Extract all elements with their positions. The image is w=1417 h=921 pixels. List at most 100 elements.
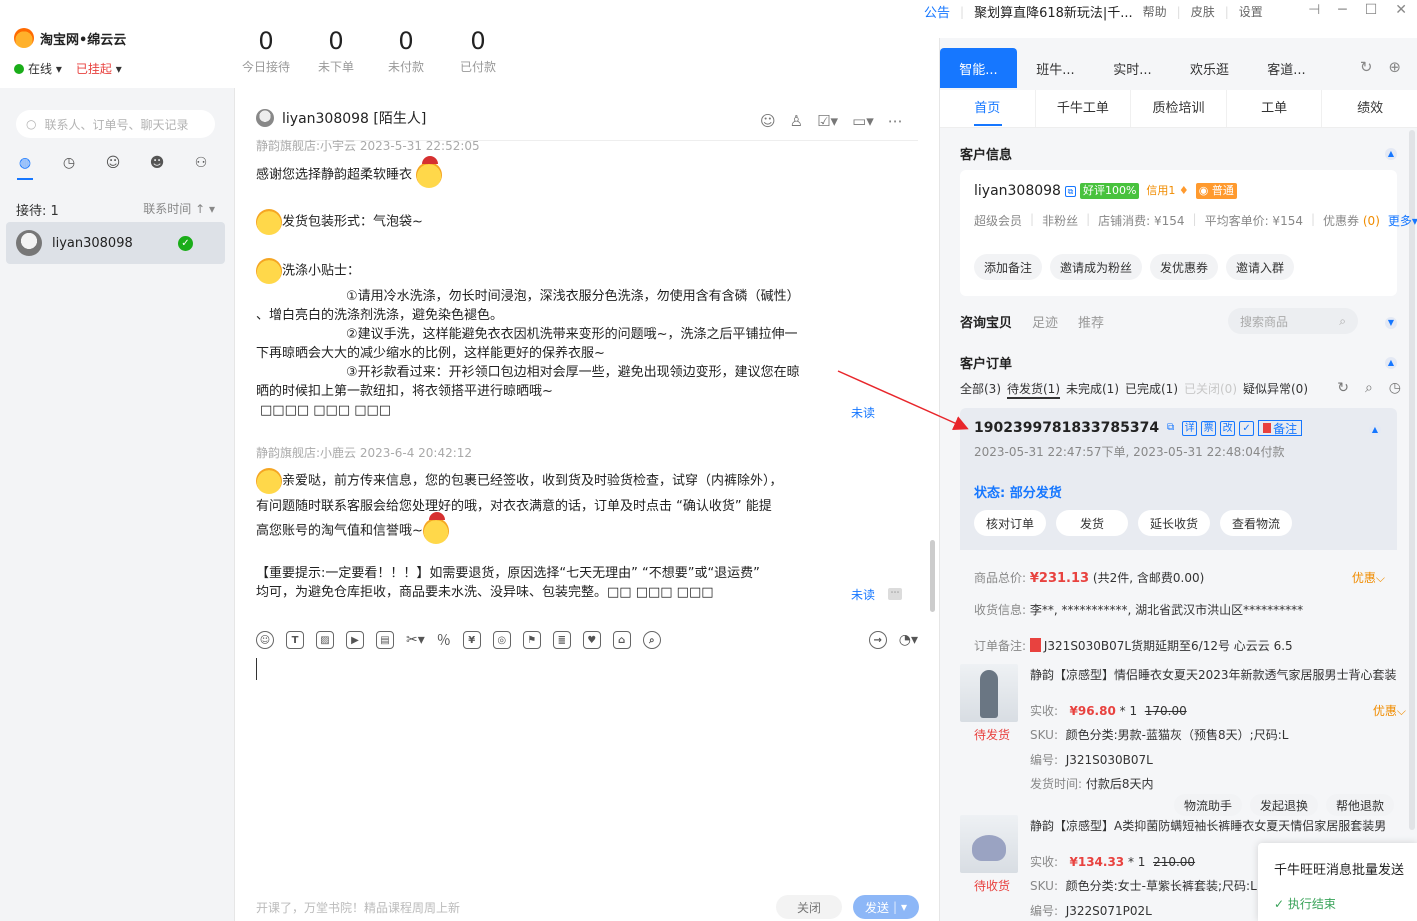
tab-banniu[interactable]: 班牛... bbox=[1017, 48, 1094, 88]
tab-huanle[interactable]: 欢乐逛 bbox=[1171, 48, 1248, 88]
close-icon[interactable]: ✕ bbox=[1395, 2, 1407, 18]
check-icon[interactable]: ✓ bbox=[1239, 420, 1255, 436]
subtab-quality[interactable]: 质检培训 bbox=[1131, 90, 1227, 127]
filter-complete[interactable]: 已完成(1) bbox=[1125, 380, 1178, 399]
filter-to-ship[interactable]: 待发货(1) bbox=[1007, 380, 1060, 399]
tab-recommend[interactable]: 推荐 bbox=[1078, 312, 1104, 331]
return-exchange-button[interactable]: 发起退换 bbox=[1250, 794, 1319, 816]
product-image[interactable] bbox=[960, 815, 1018, 873]
contact-search-input[interactable]: ○ 联系人、订单号、聊天记录 bbox=[16, 110, 215, 138]
video-play-icon[interactable]: ▶ bbox=[346, 631, 364, 649]
refresh-icon[interactable]: ↻ bbox=[1360, 58, 1373, 76]
subtab-qianniu-order[interactable]: 千牛工单 bbox=[1036, 90, 1132, 127]
file-icon[interactable]: ▤ bbox=[376, 631, 394, 649]
hang-status[interactable]: 已挂起 ▾ bbox=[76, 60, 122, 77]
image-icon[interactable]: ▨ bbox=[316, 631, 334, 649]
order-icon[interactable]: ≣ bbox=[552, 631, 571, 649]
edit-icon[interactable]: 改 bbox=[1220, 420, 1236, 436]
search-goods-icon[interactable]: ⌕ bbox=[642, 631, 661, 649]
product-image[interactable] bbox=[960, 664, 1018, 722]
refresh-icon[interactable]: ↻ bbox=[1337, 380, 1349, 396]
refund-button[interactable]: 帮他退款 bbox=[1326, 794, 1395, 816]
filter-all[interactable]: 全部(3) bbox=[960, 380, 1001, 399]
gift-icon[interactable]: ♥ bbox=[582, 631, 601, 649]
org-icon[interactable]: ⚇ bbox=[192, 154, 210, 172]
more-icon[interactable]: ⋯ bbox=[888, 112, 903, 130]
subtab-performance[interactable]: 绩效 bbox=[1322, 90, 1417, 127]
chat-bubble-icon[interactable]: ◍ bbox=[16, 154, 34, 172]
chevron-down-icon[interactable]: ▾ bbox=[901, 900, 907, 914]
invite-group-button[interactable]: 邀请入群 bbox=[1226, 254, 1295, 280]
maximize-icon[interactable]: ☐ bbox=[1365, 2, 1378, 18]
minimize-icon[interactable]: ─ bbox=[1338, 2, 1346, 18]
discount-link[interactable]: 优惠⌵ bbox=[1373, 702, 1406, 719]
subtab-home[interactable]: 首页 bbox=[940, 90, 1036, 127]
filter-abnormal[interactable]: 疑似异常(0) bbox=[1243, 380, 1308, 399]
video-icon[interactable]: ▭▾ bbox=[852, 112, 874, 130]
quick-reply-icon[interactable]: ◔▾ bbox=[899, 632, 918, 648]
online-status[interactable]: 在线 ▾ bbox=[14, 60, 62, 77]
product-title[interactable]: 静韵【凉感型】情侣睡衣女夏天2023年新款透气家居服男士背心套装 bbox=[1030, 666, 1410, 683]
filter-closed[interactable]: 已关闭(0) bbox=[1184, 380, 1237, 399]
send-coupon-button[interactable]: 发优惠券 bbox=[1150, 254, 1219, 280]
notice-label[interactable]: 公告 bbox=[924, 2, 950, 21]
bag-icon[interactable]: ⌂ bbox=[612, 631, 631, 649]
close-button[interactable]: 关闭 bbox=[776, 895, 842, 919]
ship-button[interactable]: 发货 bbox=[1056, 510, 1128, 536]
tab-footprint[interactable]: 足迹 bbox=[1032, 312, 1058, 331]
expand-icon[interactable]: ▼ bbox=[1385, 317, 1397, 329]
tab-consult-goods[interactable]: 咨询宝贝 bbox=[960, 312, 1012, 331]
goods-search-input[interactable]: 搜索商品 ⌕ bbox=[1228, 308, 1358, 334]
detail-icon[interactable]: 详 bbox=[1182, 420, 1198, 436]
stat-paid[interactable]: 0 已付款 bbox=[442, 26, 514, 75]
menu-settings[interactable]: 设置 bbox=[1239, 3, 1263, 20]
tag-icon[interactable]: ⚑ bbox=[522, 631, 541, 649]
verify-order-button[interactable]: 核对订单 bbox=[974, 510, 1046, 536]
invite-fan-button[interactable]: 邀请成为粉丝 bbox=[1050, 254, 1143, 280]
sort-by-time[interactable]: 联系时间 ↑ ▾ bbox=[143, 200, 215, 219]
stat-unordered[interactable]: 0 未下单 bbox=[302, 26, 370, 75]
stat-unpaid[interactable]: 0 未付款 bbox=[370, 26, 442, 75]
customer-name[interactable]: liyan308098 bbox=[974, 183, 1061, 199]
discount-link[interactable]: 优惠⌵ bbox=[1352, 569, 1385, 586]
forward-icon[interactable]: → bbox=[868, 631, 887, 649]
person-icon[interactable]: ☺ bbox=[104, 154, 122, 172]
order-id[interactable]: 1902399781833785374 bbox=[974, 420, 1159, 436]
copy-icon[interactable]: ⧉ bbox=[1163, 421, 1178, 436]
history-icon[interactable]: ◷ bbox=[1389, 380, 1401, 396]
add-remark-button[interactable]: 添加备注 bbox=[974, 254, 1043, 280]
contact-item[interactable]: liyan308098 ✓ bbox=[6, 222, 225, 264]
batch-send-toast[interactable]: 千牛旺旺消息批量发送 ✓ 执行结束 bbox=[1258, 843, 1417, 921]
chat-scrollbar[interactable] bbox=[930, 540, 935, 612]
more-dots-icon[interactable]: ⋯ bbox=[888, 588, 902, 600]
send-button[interactable]: 发送 | ▾ bbox=[853, 895, 919, 919]
tab-smart[interactable]: 智能... bbox=[940, 48, 1017, 88]
more-link[interactable]: 更多▾ bbox=[1388, 212, 1417, 229]
pin-icon[interactable]: ⊣ bbox=[1308, 2, 1320, 18]
logistics-helper-button[interactable]: 物流助手 bbox=[1174, 794, 1243, 816]
user-icon[interactable]: ♙ bbox=[790, 112, 803, 130]
subtab-workorder[interactable]: 工单 bbox=[1227, 90, 1323, 127]
emoji-picker-icon[interactable]: ☺ bbox=[256, 631, 274, 649]
collapse-icon[interactable]: ▲ bbox=[1385, 148, 1397, 160]
text-icon[interactable]: T bbox=[286, 631, 304, 649]
message-input[interactable] bbox=[256, 654, 918, 882]
collapse-icon[interactable]: ▲ bbox=[1385, 357, 1397, 369]
tab-kedao[interactable]: 客道... bbox=[1248, 48, 1325, 88]
notice-text[interactable]: 聚划算直降618新玩法|千... bbox=[974, 2, 1133, 21]
group-icon[interactable]: ☻ bbox=[148, 154, 166, 172]
task-icon[interactable]: ☑▾ bbox=[817, 112, 838, 130]
view-logistics-button[interactable]: 查看物流 bbox=[1220, 510, 1292, 536]
extend-receipt-button[interactable]: 延长收货 bbox=[1138, 510, 1210, 536]
add-icon[interactable]: ⊕ bbox=[1388, 58, 1401, 76]
copy-icon[interactable]: ⧉ bbox=[1064, 185, 1076, 197]
menu-skin[interactable]: 皮肤 bbox=[1191, 3, 1215, 20]
footer-tip[interactable]: 开课了，万堂书院！精品课程周周上新 bbox=[256, 899, 460, 916]
collapse-icon[interactable]: ▲ bbox=[1369, 424, 1381, 436]
price-icon[interactable]: ¥ bbox=[462, 631, 481, 649]
remark-tag[interactable]: 备注 bbox=[1258, 420, 1303, 436]
filter-incomplete[interactable]: 未完成(1) bbox=[1066, 380, 1119, 399]
discount-icon[interactable]: ％ bbox=[437, 630, 451, 650]
smile-chat-icon[interactable]: ☺ bbox=[760, 112, 776, 130]
tab-realtime[interactable]: 实时... bbox=[1094, 48, 1171, 88]
